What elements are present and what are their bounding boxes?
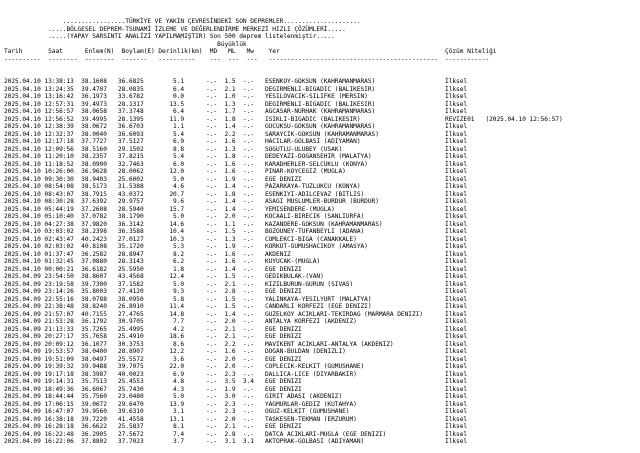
header-line: ---------- -------- -------- ------- ---… xyxy=(4,55,490,63)
table-row: 2025.04.09 19:14:31 35.7513 25.4553 4.8 … xyxy=(4,378,468,385)
table-row: 2025.04.09 17:06:15 39.0672 29.6470 13.9… xyxy=(4,400,468,408)
table-row: 2025.04.10 08:43:07 38.7915 43.0372 20.7… xyxy=(4,190,468,198)
table-row: 2025.04.09 23:14:26 35.8003 27.4120 9.3 … xyxy=(4,288,468,295)
table-row: 2025.04.10 13:16:42 36.1973 33.6782 0.0 … xyxy=(4,93,468,100)
table-row: 2025.04.10 03:03:02 38.2398 36.3588 10.4… xyxy=(4,228,468,235)
table-row: 2025.04.10 13:38:13 38.1608 36.6825 5.1 … xyxy=(4,78,468,85)
table-row: 2025.04.09 19:53:57 38.0400 28.8907 12.2… xyxy=(4,348,468,355)
table-row: 2025.04.10 02:03:02 40.8108 35.1720 5.3 … xyxy=(4,243,468,250)
table-row: 2025.04.09 20:09:12 36.1077 30.3753 8.6 … xyxy=(4,340,468,348)
table-row: 2025.04.09 19:39:32 39.9488 39.7075 22.0… xyxy=(4,363,468,370)
table-row: 2025.04.10 12:17:18 37.7727 37.5127 6.9 … xyxy=(4,138,468,145)
table-row: 2025.04.10 08:54:08 38.5173 31.5388 4.6 … xyxy=(4,183,468,190)
table-row: 2025.04.09 19:51:09 38.0497 25.5572 3.6 … xyxy=(4,355,468,363)
header-line: Büyüklük xyxy=(4,40,247,48)
table-row: 2025.04.10 11:18:52 38.0900 32.7463 6.0 … xyxy=(4,160,468,168)
table-row: 2025.04.09 22:55:16 38.0788 38.0950 5.8 … xyxy=(4,295,468,303)
table-row: 2025.04.10 12:57:31 39.4973 28.1317 13.5… xyxy=(4,100,468,108)
table-row: 2025.04.10 00:00:21 36.6182 25.5950 1.8 … xyxy=(4,265,468,273)
table-row: 2025.04.10 11:20:10 38.2357 37.8215 5.4 … xyxy=(4,153,468,160)
table-row: 2025.04.10 12:38:39 38.0672 36.6703 1.1 … xyxy=(4,123,468,130)
table-row: 2025.04.10 09:30:30 38.9403 25.6002 5.0 … xyxy=(4,175,468,183)
table-row: 2025.04.10 01:37:47 36.2582 28.8947 8.2 … xyxy=(4,250,468,258)
earthquake-table: 2025.04.10 13:38:13 38.1608 36.6825 5.1 … xyxy=(4,78,640,446)
table-row: 2025.04.10 05:10:40 37.0782 38.1790 5.0 … xyxy=(4,213,468,220)
table-row: 2025.04.10 01:32:45 37.0880 28.3143 6.2 … xyxy=(4,258,468,265)
table-row: 2025.04.09 19:17:18 38.3987 40.0023 6.9 … xyxy=(4,370,468,378)
header-line: .................TÜRKİYE VE YAKIN ÇEVRES… xyxy=(4,18,361,25)
table-row: 2025.04.09 21:57:07 40.7155 27.4765 14.8… xyxy=(4,310,468,318)
table-row: 2025.04.10 13:24:35 39.4707 28.0835 6.4 … xyxy=(4,85,468,93)
table-row: 2025.04.10 02:43:47 40.2423 27.0127 10.3… xyxy=(4,235,468,243)
table-row: 2025.04.09 20:27:17 35.7658 25.4910 18.6… xyxy=(4,333,468,340)
header-line: Tarih Saat Enlem(N) Boylam(E) Derinlik(k… xyxy=(4,48,497,55)
list-header: .................TÜRKİYE VE YAKIN ÇEVRES… xyxy=(4,18,640,63)
table-row: 2025.04.09 16:22:48 36.2905 27.5672 7.4 … xyxy=(4,430,468,438)
table-row: 2025.04.10 12:09:56 38.5160 29.1502 8.8 … xyxy=(4,145,468,153)
table-row: 2025.04.10 05:44:19 37.2608 28.5940 15.7… xyxy=(4,205,468,213)
table-row: 2025.04.10 04:27:38 37.9820 36.3142 14.6… xyxy=(4,220,468,228)
table-row: 2025.04.10 12:56:52 39.4995 28.1395 11.9… xyxy=(4,115,563,123)
table-row: 2025.04.10 12:32:37 38.0040 36.6093 5.4 … xyxy=(4,130,468,138)
table-row: 2025.04.09 23:54:50 38.8607 43.4568 12.4… xyxy=(4,273,468,280)
table-row: 2025.04.09 22:38:48 38.8240 26.8910 11.4… xyxy=(4,303,468,310)
table-row: 2025.04.09 21:13:33 35.7265 25.4995 4.2 … xyxy=(4,325,468,333)
earthquake-list-document: .................TÜRKİYE VE YAKIN ÇEVRES… xyxy=(0,0,640,453)
table-row: 2025.04.10 12:56:57 38.0658 37.3748 6.4 … xyxy=(4,108,468,115)
table-row: 2025.04.10 08:30:28 37.6392 29.9757 9.6 … xyxy=(4,198,468,205)
header-line: .....BÖLGESEL DEPREM-TSUNAMİ İZLEME VE D… xyxy=(4,25,346,33)
table-row: 2025.04.09 18:49:36 36.6067 25.7430 4.3 … xyxy=(4,385,468,393)
table-row: 2025.04.09 21:53:28 36.1792 30.9705 7.7 … xyxy=(4,318,468,325)
table-row: 2025.04.09 16:47:07 39.9560 39.6310 3.1 … xyxy=(4,408,468,415)
table-row: 2025.04.09 18:44:44 35.7560 23.0480 5.0 … xyxy=(4,393,468,400)
header-line: .....(YAPAY SARSINTI ANALİZİ YAPILMAMIŞT… xyxy=(4,33,335,40)
table-row: 2025.04.09 16:38:18 39.7220 41.4558 13.1… xyxy=(4,415,468,423)
table-row: 2025.04.09 16:22:06 37.8802 37.7023 3.7 … xyxy=(4,438,468,445)
table-row: 2025.04.09 23:19:58 39.7300 37.1582 5.0 … xyxy=(4,280,468,288)
table-row: 2025.04.10 10:26:00 36.9628 28.0062 12.0… xyxy=(4,168,468,175)
table-row: 2025.04.09 16:28:18 36.6622 25.5837 8.1 … xyxy=(4,423,468,430)
